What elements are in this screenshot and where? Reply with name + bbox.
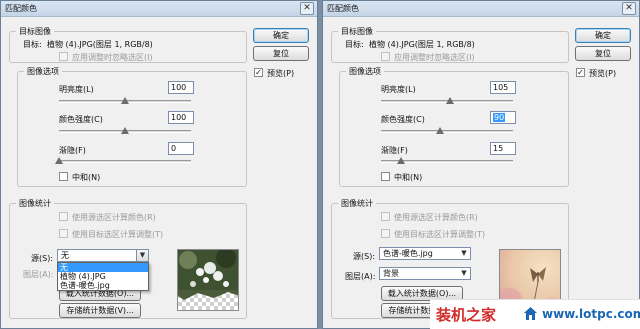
image-options-group: 图像选项	[17, 66, 247, 187]
preview-checkbox[interactable]: ✓	[254, 68, 263, 77]
neutralize-label: 中和(N)	[72, 173, 101, 182]
ignore-selection-checkbox[interactable]	[59, 52, 68, 61]
use-source-selection-label: 使用源选区计算颜色(R)	[394, 213, 478, 222]
title-bar: 匹配颜色 ✕	[1, 1, 317, 17]
house-icon	[523, 306, 538, 321]
group-legend: 图像统计	[16, 198, 54, 209]
luminance-slider-thumb[interactable]	[121, 97, 129, 104]
dropdown-option[interactable]: 色谱-暖色.jpg	[58, 281, 148, 290]
use-target-selection-label: 使用目标选区计算调整(T)	[72, 230, 164, 239]
dropdown-option[interactable]: 无	[58, 263, 148, 272]
target-value: 植物 (4).JPG(图层 1, RGB/8)	[47, 40, 153, 49]
color-intensity-slider-thumb[interactable]	[436, 127, 445, 134]
watermark-brand: 装机之家	[436, 306, 497, 324]
fade-input[interactable]: 0	[168, 142, 194, 155]
layer-select[interactable]: 背景 ▼	[379, 267, 471, 280]
save-statistics-button[interactable]: 存储统计数据(V)...	[59, 303, 141, 318]
preview-label: 预览(P)	[267, 69, 295, 78]
source-select[interactable]: 无 ▼	[57, 249, 149, 262]
color-intensity-slider-thumb[interactable]	[121, 127, 129, 134]
use-source-selection-checkbox[interactable]	[59, 212, 68, 221]
color-intensity-slider-track[interactable]	[381, 130, 513, 133]
use-target-selection-checkbox[interactable]	[381, 229, 390, 238]
match-color-dialog-right: 匹配颜色 ✕ 目标图像 目标: 植物 (4).JPG(图层 1, RGB/8) …	[322, 0, 640, 329]
luminance-input[interactable]: 105	[490, 81, 516, 94]
color-intensity-input[interactable]: 90	[490, 111, 516, 124]
color-intensity-input[interactable]: 100	[168, 111, 194, 124]
fade-input[interactable]: 15	[490, 142, 516, 155]
close-icon[interactable]: ✕	[622, 2, 636, 15]
chevron-down-icon[interactable]: ▼	[458, 248, 470, 259]
target-label: 目标:	[23, 40, 42, 49]
neutralize-checkbox[interactable]	[381, 172, 390, 181]
luminance-input[interactable]: 100	[168, 81, 194, 94]
reset-button[interactable]: 复位	[253, 46, 309, 61]
image-options-group: 图像选项	[339, 66, 569, 187]
use-target-selection-label: 使用目标选区计算调整(T)	[394, 230, 486, 239]
dialog-title: 匹配颜色	[5, 4, 37, 13]
fade-slider-thumb[interactable]	[55, 157, 63, 164]
chevron-down-icon[interactable]: ▼	[136, 250, 148, 261]
group-legend: 图像统计	[338, 198, 376, 209]
title-bar: 匹配颜色 ✕	[323, 1, 639, 17]
ignore-selection-label: 应用调整时忽略选区(I)	[394, 53, 475, 62]
fade-label: 渐隐(F)	[381, 146, 408, 155]
dropdown-option[interactable]: 植物 (4).JPG	[58, 272, 148, 281]
dialog-title: 匹配颜色	[327, 4, 359, 13]
ignore-selection-checkbox[interactable]	[381, 52, 390, 61]
group-legend: 目标图像	[16, 26, 54, 37]
use-source-selection-checkbox[interactable]	[381, 212, 390, 221]
watermark-url: www.lotpc.com	[542, 307, 640, 321]
source-label: 源(S):	[353, 252, 376, 261]
ok-button[interactable]: 确定	[575, 28, 631, 43]
ignore-selection-label: 应用调整时忽略选区(I)	[72, 53, 153, 62]
preview-checkbox[interactable]: ✓	[576, 68, 585, 77]
source-label: 源(S):	[31, 254, 54, 263]
color-intensity-label: 颜色强度(C)	[59, 115, 103, 124]
use-source-selection-label: 使用源选区计算颜色(R)	[72, 213, 156, 222]
match-color-dialog-left: 匹配颜色 ✕ 目标图像 目标: 植物 (4).JPG(图层 1, RGB/8) …	[0, 0, 318, 329]
use-target-selection-checkbox[interactable]	[59, 229, 68, 238]
reset-button[interactable]: 复位	[575, 46, 631, 61]
group-legend: 图像选项	[24, 66, 62, 77]
layer-label: 图层(A):	[23, 270, 54, 279]
group-legend: 图像选项	[346, 66, 384, 77]
plant-photo	[178, 250, 238, 300]
luminance-slider-thumb[interactable]	[446, 97, 455, 104]
neutralize-label: 中和(N)	[394, 173, 423, 182]
watermark-banner: 装机之家 www.lotpc.com	[430, 299, 640, 329]
neutralize-checkbox[interactable]	[59, 172, 68, 181]
source-dropdown-list: 无 植物 (4).JPG 色谱-暖色.jpg	[57, 262, 149, 291]
chevron-down-icon[interactable]: ▼	[458, 268, 470, 279]
close-icon[interactable]: ✕	[300, 2, 314, 15]
fade-slider-thumb[interactable]	[396, 157, 405, 164]
fade-label: 渐隐(F)	[59, 146, 86, 155]
target-label: 目标:	[345, 40, 364, 49]
color-intensity-label: 颜色强度(C)	[381, 115, 425, 124]
source-thumbnail-image	[177, 249, 239, 311]
target-value: 植物 (4).JPG(图层 1, RGB/8)	[369, 40, 475, 49]
group-legend: 目标图像	[338, 26, 376, 37]
preview-label: 预览(P)	[589, 69, 617, 78]
fade-slider-track[interactable]	[59, 160, 191, 163]
ok-button[interactable]: 确定	[253, 28, 309, 43]
layer-label: 图层(A):	[345, 272, 376, 281]
luminance-label: 明亮度(L)	[381, 85, 416, 94]
source-select[interactable]: 色谱-暖色.jpg ▼	[379, 247, 471, 260]
luminance-label: 明亮度(L)	[59, 85, 94, 94]
